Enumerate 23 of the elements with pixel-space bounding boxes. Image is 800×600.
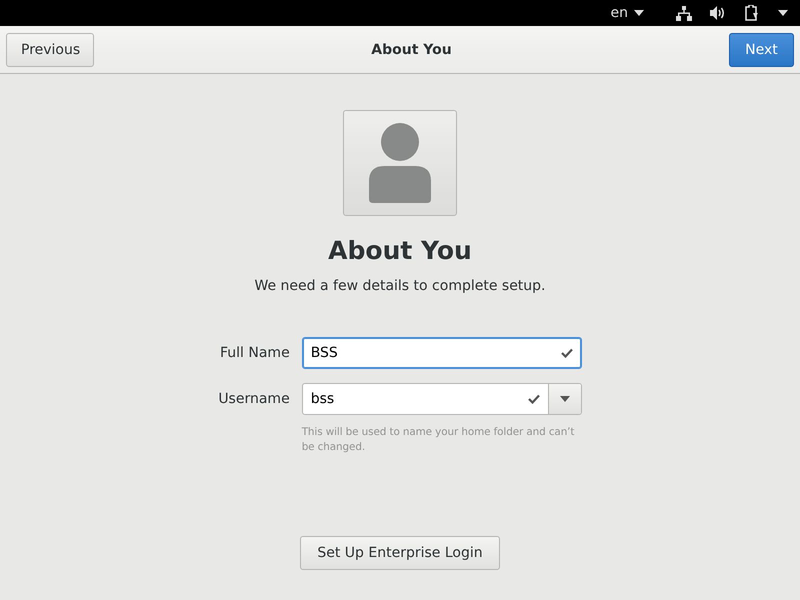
battery-icon[interactable] [744, 5, 760, 21]
network-icon[interactable] [676, 6, 692, 20]
page-heading: About You [328, 236, 472, 265]
enterprise-login-button[interactable]: Set Up Enterprise Login [300, 536, 500, 570]
dropdown-button[interactable] [548, 384, 581, 414]
hint-text: This will be used to name your home folder and can’t be changed. [302, 425, 576, 454]
checkmark-icon [528, 394, 540, 404]
caret-icon [560, 396, 570, 402]
previous-button[interactable]: Previous [6, 32, 94, 66]
field-label: Full Name [218, 345, 290, 361]
next-button[interactable]: Next [728, 32, 794, 66]
language-indicator[interactable]: en [610, 5, 628, 21]
avatar-button[interactable] [343, 110, 457, 216]
field-label: Username [218, 391, 290, 407]
user-silhouette-icon [369, 123, 431, 203]
menu-caret-icon [778, 10, 788, 16]
text-input[interactable]: bss [302, 384, 528, 414]
checkmark-icon [560, 348, 573, 358]
window-title: About You [371, 42, 452, 58]
caret-icon [634, 10, 644, 16]
volume-icon[interactable] [710, 6, 726, 20]
page-subtitle: We need a few details to complete setup. [254, 278, 546, 294]
text-field[interactable]: bss [302, 383, 582, 415]
